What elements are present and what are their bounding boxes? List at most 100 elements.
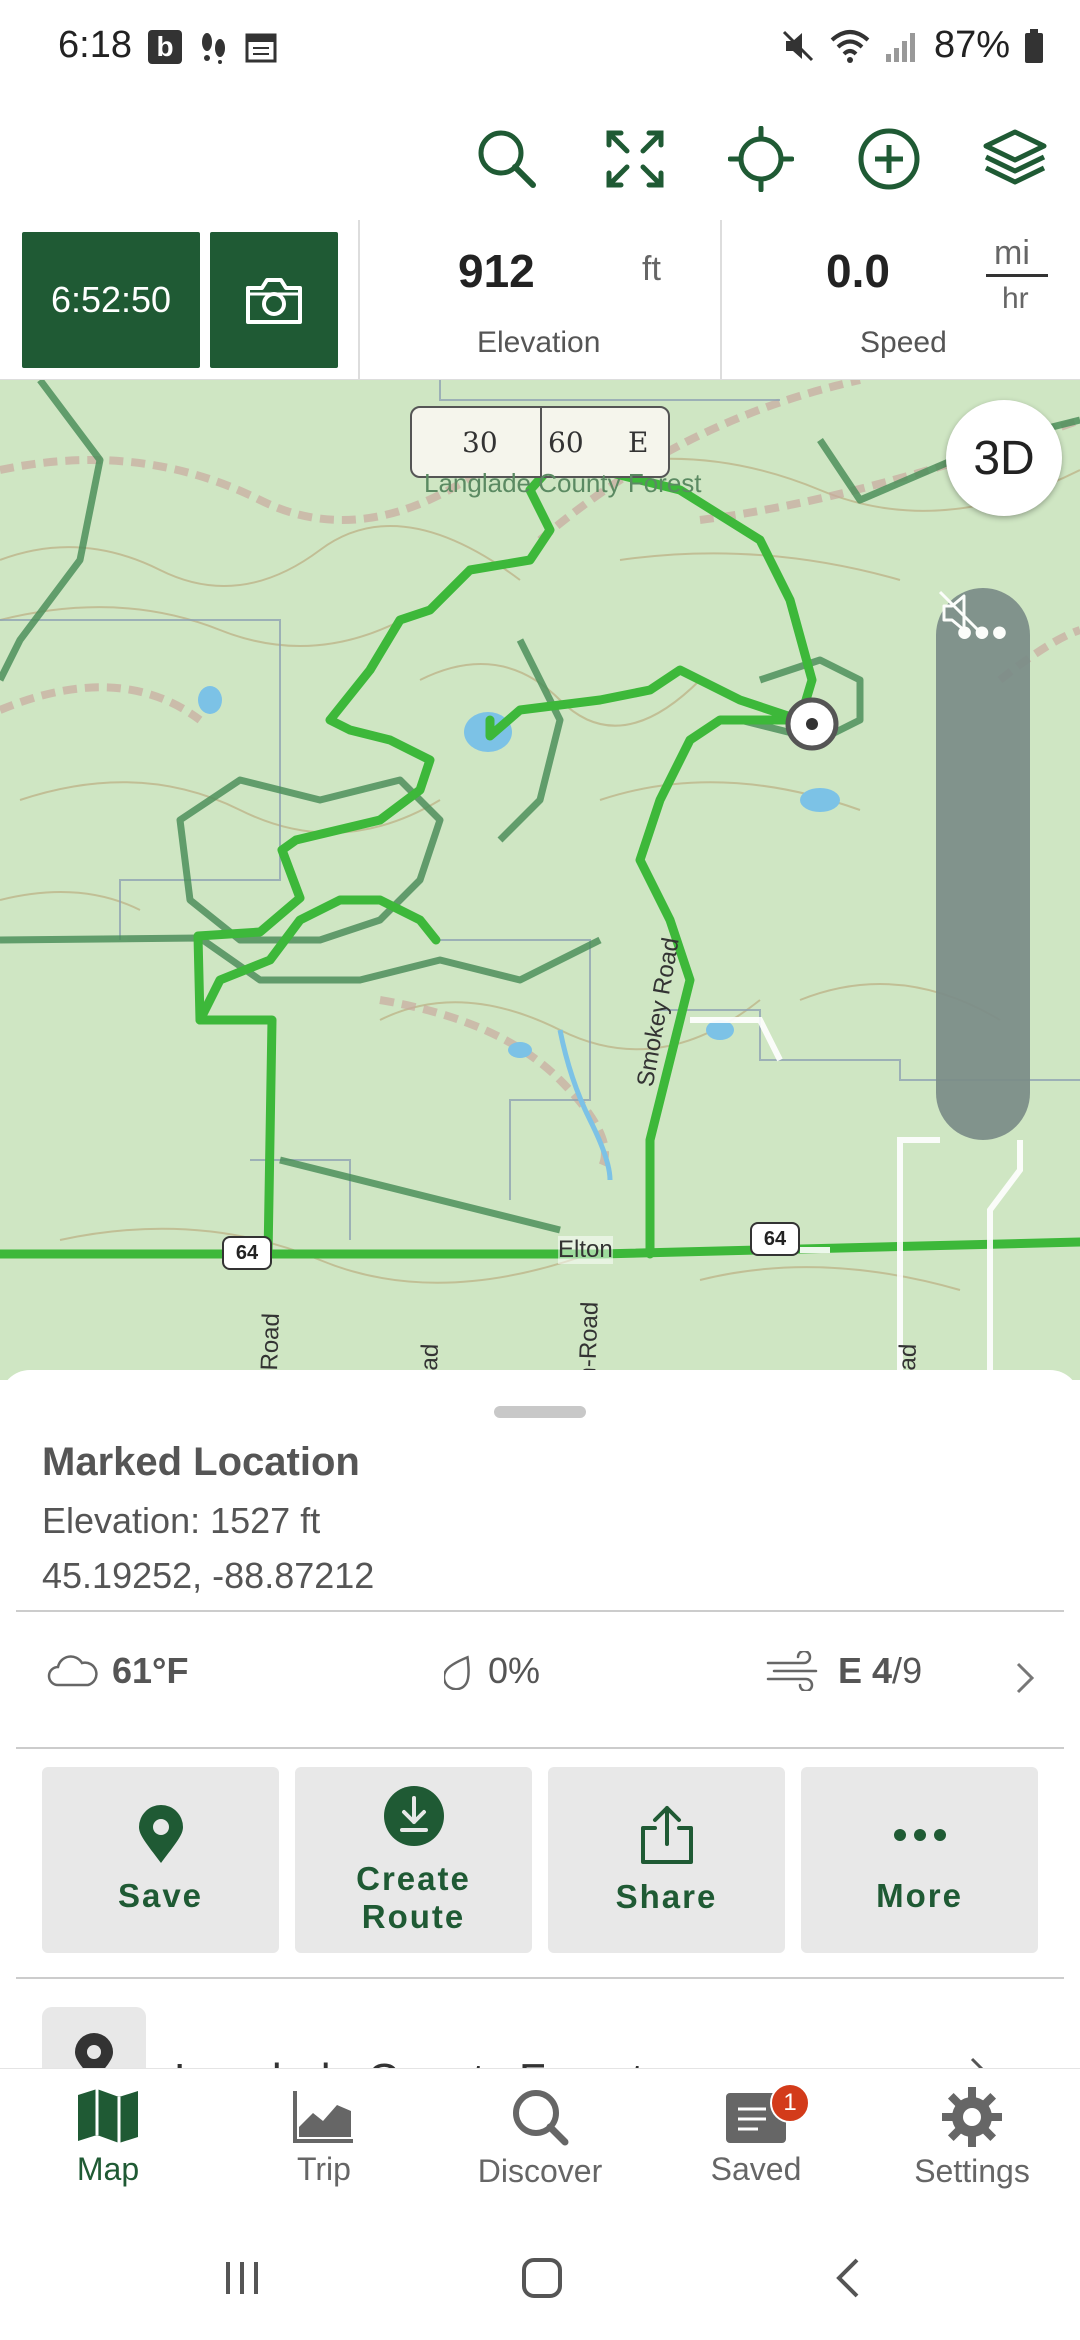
location-bottom-sheet: Marked Location Elevation: 1527 ft 45.19…: [0, 1370, 1080, 2107]
elevation-label: Elevation: [477, 326, 601, 359]
compass-center-tick: [540, 408, 542, 476]
recent-apps-button[interactable]: [202, 2248, 282, 2308]
status-notification-icons: b: [148, 30, 278, 64]
layers-button[interactable]: [970, 114, 1060, 204]
nav-map-label: Map: [76, 2151, 140, 2187]
compass-tick-right: E: [628, 426, 649, 459]
trip-timer-button[interactable]: 6:52:50: [22, 232, 200, 368]
create-route-button[interactable]: Create Route: [295, 1767, 532, 1953]
road-label-left: Road: [256, 1312, 285, 1371]
nav-discover-label: Discover: [477, 2153, 603, 2189]
more-label: More: [876, 1877, 963, 1914]
trip-timer: 6:52:50: [50, 279, 172, 320]
location-actions: Save Create Route Share More: [42, 1767, 1038, 1953]
nav-settings-label: Settings: [914, 2153, 1030, 2189]
battery-percent: 87%: [933, 24, 1010, 66]
nav-discover[interactable]: Discover: [450, 2087, 630, 2190]
speed-value: 0.0: [826, 245, 890, 297]
tracking-info-bar: 6:52:50 912 ft Elevation 0.0 mi hr Speed: [0, 220, 1080, 380]
elevation-unit: ft: [642, 250, 661, 288]
back-icon: [836, 2258, 859, 2298]
more-button[interactable]: More: [801, 1767, 1038, 1953]
temperature-value: 61°F: [112, 1650, 189, 1691]
home-icon: [522, 2258, 562, 2298]
location-pin-icon: [138, 1805, 183, 1863]
nearby-place-row[interactable]: Langlade County Forest: [0, 1975, 1080, 2107]
locate-button[interactable]: [716, 114, 806, 204]
add-icon: [858, 128, 920, 190]
speed-label: Speed: [860, 326, 947, 359]
status-time: 6:18: [58, 24, 132, 66]
chevron-right-icon[interactable]: [1012, 1660, 1038, 1696]
topo-map-canvas[interactable]: [0, 380, 1080, 1380]
mute-icon: [782, 30, 813, 61]
save-button[interactable]: Save: [42, 1767, 279, 1953]
system-navigation-bar: [0, 2218, 1080, 2340]
back-button[interactable]: [808, 2248, 888, 2308]
elton-label: Elton: [558, 1236, 613, 1264]
compass-tick-mid: 60: [548, 426, 584, 459]
battery-icon: [1025, 28, 1043, 63]
footprints-icon: [202, 33, 225, 64]
search-icon: [478, 130, 536, 188]
nav-trip-label: Trip: [297, 2151, 351, 2187]
status-bar: 6:18 b 87%: [0, 0, 1080, 100]
save-label: Save: [117, 1877, 204, 1914]
nav-saved[interactable]: 1 Saved: [666, 2083, 846, 2188]
wind-direction: E: [838, 1650, 863, 1691]
share-button[interactable]: Share: [548, 1767, 785, 1953]
compass-tick-left: 30: [462, 426, 498, 459]
route-64-shield: 64: [750, 1222, 800, 1256]
trip-chart-icon: [293, 2091, 353, 2143]
gear-icon: [942, 2087, 1002, 2147]
recent-apps-icon: [226, 2262, 258, 2294]
saved-badge: 1: [770, 2083, 810, 2123]
speed-unit-divider: [986, 274, 1048, 277]
add-button[interactable]: [844, 114, 934, 204]
road-label-right: ad: [894, 1343, 922, 1371]
map-side-panel[interactable]: •••: [936, 588, 1030, 1140]
map-view[interactable]: 30 60 E Langlade County Forest Smokey Ro…: [0, 380, 1080, 1380]
map-icon: [78, 2089, 138, 2143]
bottom-navigation: Map Trip Discover 1 Saved Settings: [0, 2068, 1080, 2218]
nav-saved-label: Saved: [710, 2151, 802, 2187]
weather-temperature: 61°F: [46, 1650, 188, 1692]
raindrop-icon: [444, 1655, 470, 1690]
divider: [720, 220, 722, 380]
mute-audio-icon[interactable]: [936, 588, 986, 638]
status-system-icons: 87%: [780, 24, 1044, 67]
download-icon: [383, 1786, 444, 1846]
fullscreen-icon: [606, 130, 664, 188]
3d-toggle-button[interactable]: 3D: [946, 400, 1062, 516]
road-label-mid: ad: [416, 1343, 444, 1371]
weather-row[interactable]: 61°F 0% E 4/9: [0, 1610, 1080, 1740]
nav-settings[interactable]: Settings: [882, 2087, 1062, 2190]
layers-icon: [983, 129, 1047, 185]
road-label-mid2: n-Road: [574, 1301, 604, 1380]
elevation-value: 912: [458, 245, 535, 297]
cloud-icon: [47, 1655, 98, 1687]
create-route-label: Create Route: [356, 1860, 471, 1935]
locate-icon: [728, 126, 794, 192]
speed-unit-top: mi: [994, 234, 1030, 272]
wind-gust: 9: [902, 1650, 923, 1691]
b-app-icon: b: [148, 30, 182, 64]
nav-trip[interactable]: Trip: [234, 2087, 414, 2188]
wifi-icon: [830, 29, 870, 63]
map-toolbar: [0, 100, 1080, 220]
wind-icon: [766, 1651, 818, 1691]
home-button[interactable]: [502, 2248, 582, 2308]
location-coordinates: 45.19252, -88.87212: [42, 1555, 375, 1596]
route-64-shield: 64: [222, 1236, 272, 1270]
fullscreen-button[interactable]: [590, 114, 680, 204]
search-button[interactable]: [462, 114, 552, 204]
divider: [358, 220, 360, 380]
discover-search-icon: [513, 2090, 569, 2146]
camera-button[interactable]: [210, 232, 338, 368]
weather-precipitation: 0%: [444, 1650, 540, 1692]
wind-separator: /: [892, 1650, 903, 1691]
precipitation-value: 0%: [488, 1650, 541, 1691]
nav-map[interactable]: Map: [18, 2087, 198, 2188]
more-dots-icon: [893, 1829, 946, 1841]
sheet-drag-handle[interactable]: [494, 1406, 586, 1418]
